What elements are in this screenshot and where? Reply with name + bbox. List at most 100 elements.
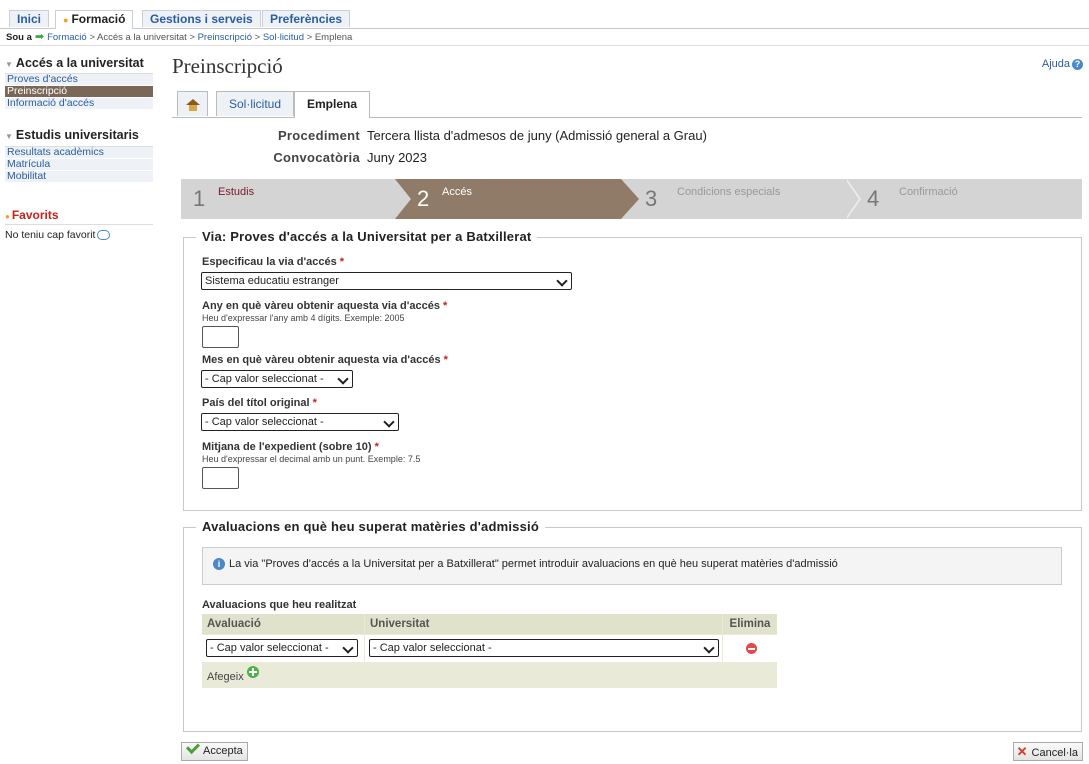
sidebar-item-preinscripcio[interactable]: Preinscripció [5,86,153,97]
remove-icon[interactable] [746,643,757,654]
average-input[interactable] [202,467,239,489]
country-select[interactable]: - Cap valor seleccionat - [201,413,399,431]
tab-home[interactable] [177,91,208,116]
required-mark: * [443,354,448,366]
tab-gestions[interactable]: Gestions i serveis [142,10,261,27]
month-select[interactable]: - Cap valor seleccionat - [201,370,353,388]
sidebar-item-mobilitat[interactable]: Mobilitat [5,171,153,182]
column-header-evaluation: Avaluació [202,614,364,634]
chevron-down-icon [342,642,354,654]
call-value: Juny 2023 [367,150,427,165]
cancel-label: Cancel·la [1031,747,1078,759]
column-header-university: Universitat [365,614,722,634]
sidebar-item-informacio[interactable]: Informació d'accés [5,98,153,109]
procedure-value: Tercera llista d'admesos de juny (Admiss… [367,128,707,143]
subtabs: Sol·licitud Emplena [172,89,1082,118]
evaluation-select[interactable]: - Cap valor seleccionat - [206,639,358,657]
breadcrumb-preinscripcio[interactable]: Preinscripció [198,32,252,43]
step-label: Condicions especials [677,186,781,198]
chevron-down-icon [383,416,395,428]
accept-button[interactable]: Accepta [181,739,248,761]
required-mark: * [374,441,379,453]
via-access-value: Sistema educatiu estranger [205,275,339,287]
step-acces[interactable]: 2 Accés [395,179,621,219]
required-mark: * [443,300,448,312]
evaluation-value: - Cap valor seleccionat - [210,642,329,654]
collapse-caret-icon: ▼ [5,132,13,141]
help-link[interactable]: Ajuda? [1042,58,1083,70]
sidebar-list-estudis: Resultats acadèmics Matrícula Mobilitat [5,146,153,183]
cancel-button[interactable]: ✕ Cancel·la [1012,742,1083,761]
arrow-right-icon: ➡ [34,31,45,43]
sidebar-section-acces[interactable]: ▼ Accés a la universitat [5,56,144,70]
tab-preferencies[interactable]: Preferències [262,10,351,27]
help-label: Ajuda [1041,58,1070,70]
check-icon [185,739,201,755]
sidebar-item-proves[interactable]: Proves d'accés [5,74,153,85]
sidebar-item-resultats[interactable]: Resultats acadèmics [5,147,153,158]
university-value: - Cap valor seleccionat - [373,642,492,654]
year-label-text: Any en què vàreu obtenir aquesta via d'a… [202,300,440,312]
breadcrumb-divider [0,45,1089,46]
active-dot-icon: ● [63,15,69,25]
procedure-row: Procediment Tercera llista d'admesos de j… [172,128,707,143]
accept-label: Accepta [203,745,243,757]
required-mark: * [339,256,345,268]
sidebar-section-estudis[interactable]: ▼ Estudis universitaris [5,128,139,142]
evals-table: Avaluació Universitat Elimina - Cap valo… [202,614,777,688]
average-hint: Heu d'expressar el decimal amb un punt. … [202,454,421,464]
country-label: País del títol original * [202,397,317,409]
step-confirmacio[interactable]: 4 Confirmació [861,179,1082,219]
year-hint: Heu d'expressar l'any amb 4 dígits. Exem… [202,313,405,323]
favorites-heading: ● Favorits [5,208,59,222]
procedure-label: Procediment [277,128,360,143]
breadcrumb-solicitud[interactable]: Sol·licitud [263,32,304,43]
month-label: Mes en què vàreu obtenir aquesta via d'a… [202,354,448,366]
month-value: - Cap valor seleccionat - [205,373,324,385]
evals-table-title: Avaluacions que heu realitzat [202,599,357,611]
tab-emplena[interactable]: Emplena [294,91,371,118]
step-number: 3 [645,186,658,211]
average-label-text: Mitjana de l'expedient (sobre 10) [202,441,372,453]
sidebar-item-matricula[interactable]: Matrícula [5,159,153,170]
tab-emplena-label: Emplena [307,97,358,111]
tab-solicitud[interactable]: Sol·licitud [216,91,295,116]
tab-inici[interactable]: Inici [9,10,50,27]
via-access-label: Especificau la via d'accés * [202,256,344,268]
year-label: Any en què vàreu obtenir aquesta via d'a… [202,300,447,312]
wizard-steps: 1 Estudis 2 Accés 3 Condicions especials 4 C… [181,179,1082,219]
step-number: 4 [867,186,880,211]
step-separator-3-inner [845,179,859,219]
step-estudis[interactable]: 1 Estudis [181,179,395,219]
table-cell-evaluation: - Cap valor seleccionat - [202,635,364,662]
university-select[interactable]: - Cap valor seleccionat - [369,639,719,657]
step-separator-left [395,179,411,219]
info-message-text: La via "Proves d'accés a la Universitat … [229,558,838,570]
home-icon [185,98,200,111]
breadcrumb: Sou a ➡ Formació > Accés a la universitat … [6,31,353,43]
via-access-select[interactable]: Sistema educatiu estranger [201,272,572,290]
evals-legend: Avaluacions en què heu superat matèries … [196,519,545,534]
month-label-text: Mes en què vàreu obtenir aquesta via d'a… [202,354,441,366]
add-evaluation-button[interactable]: Afegeix [207,666,259,683]
help-icon: ? [1072,59,1083,70]
breadcrumb-prefix: Sou a [6,32,32,43]
breadcrumb-acces: Accés a la universitat [97,32,187,43]
via-access-label-text: Especificau la via d'accés [202,256,337,268]
sidebar-section-acces-title: Accés a la universitat [15,56,144,70]
info-icon: i [213,558,225,570]
step-condicions[interactable]: 3 Condicions especials [639,179,847,219]
tab-preferencies-label: Preferències [270,12,343,26]
tab-formacio[interactable]: ● Formació [55,10,134,29]
collapse-caret-icon: ▼ [5,60,13,69]
info-message: i La via "Proves d'accés a la Universitat… [202,547,1062,585]
speech-bubble-icon[interactable] [97,230,111,241]
favorites-empty: No teniu cap favorit [5,224,153,241]
year-input[interactable] [202,326,239,348]
average-label: Mitjana de l'expedient (sobre 10) * [202,441,379,453]
country-label-text: País del títol original [202,397,310,409]
table-cell-university: - Cap valor seleccionat - [365,635,722,662]
step-number: 1 [193,186,206,211]
breadcrumb-formacio[interactable]: Formació [47,32,87,43]
tab-solicitud-label: Sol·licitud [229,97,282,111]
